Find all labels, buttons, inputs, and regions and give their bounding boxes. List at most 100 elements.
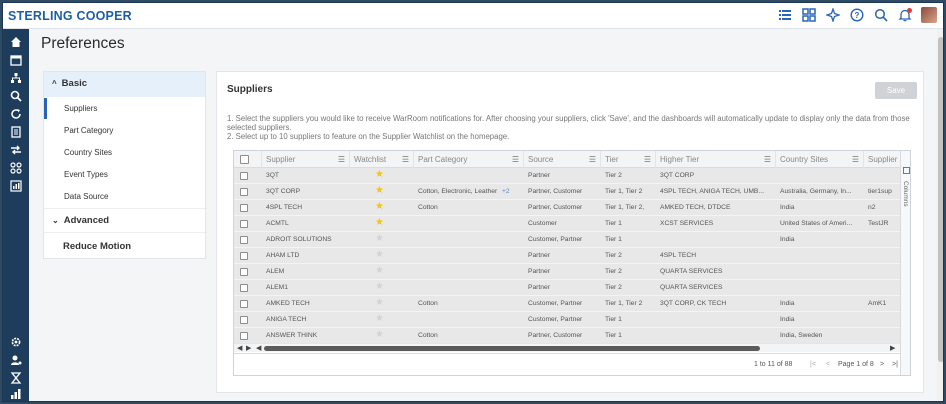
column-menu-icon[interactable]: ☰ [764, 155, 771, 164]
menu-item-country-sites[interactable]: Country Sites [44, 142, 205, 163]
row-checkbox[interactable] [240, 204, 248, 212]
apps-icon[interactable] [8, 161, 24, 175]
column-menu-icon[interactable]: ☰ [644, 155, 651, 164]
columns-side-tab[interactable]: Columns [900, 151, 910, 375]
row-checkbox[interactable] [240, 252, 248, 260]
section-reduce-motion[interactable]: Reduce Motion [44, 232, 205, 258]
row-checkbox[interactable] [240, 172, 248, 180]
row-checkbox[interactable] [240, 220, 248, 228]
more-categories-badge[interactable]: +2 [498, 184, 510, 200]
row-checkbox[interactable] [240, 316, 248, 324]
report-icon[interactable] [8, 179, 24, 193]
analytics-icon[interactable] [8, 387, 24, 401]
user-avatar[interactable] [921, 7, 937, 23]
help-icon[interactable]: ? [849, 7, 865, 23]
search-nav-icon[interactable] [8, 89, 24, 103]
save-button[interactable]: Save [875, 82, 917, 99]
table-row[interactable]: ★ AHAM LTD Partner Tier 2 4SPL TECH [234, 248, 900, 264]
table-row[interactable]: ★ 4SPL TECH Cotton Partner, Customer Tier 1,… [234, 200, 900, 216]
search-icon[interactable] [873, 7, 889, 23]
column-menu-icon[interactable]: ☰ [402, 155, 409, 164]
scroll-right-arrow-icon[interactable]: ▶ [890, 344, 895, 352]
header-country-sites[interactable]: Country Sites ☰ [776, 151, 864, 168]
watchlist-star-icon[interactable]: ★ [375, 282, 384, 292]
watchlist-star-icon[interactable]: ★ [375, 202, 384, 212]
user-settings-icon[interactable] [8, 353, 24, 367]
row-checkbox[interactable] [240, 300, 248, 308]
header-supplier-extra[interactable]: Supplier [864, 151, 900, 168]
column-menu-icon[interactable]: ☰ [589, 155, 596, 164]
horizontal-scrollbar[interactable]: ◀ ▶ ◀ ▶ [234, 343, 900, 352]
document-icon[interactable] [8, 125, 24, 139]
watchlist-star-icon[interactable]: ★ [375, 266, 384, 276]
watchlist-star-icon[interactable]: ★ [375, 314, 384, 324]
header-tier[interactable]: Tier ☰ [601, 151, 656, 168]
table-row[interactable]: ★ ADROIT SOLUTIONS Customer, Partner Tier 1… [234, 232, 900, 248]
notification-bell-icon[interactable] [897, 7, 913, 23]
watchlist-star-icon[interactable]: ★ [375, 330, 384, 340]
watchlist-star-icon[interactable]: ★ [375, 234, 384, 244]
cell-tier: Tier 2 [605, 172, 622, 179]
table-row[interactable]: ★ ANSWER THINK Cotton Partner, Customer Tier… [234, 328, 900, 344]
column-menu-icon[interactable]: ☰ [512, 155, 519, 164]
menu-item-event-types[interactable]: Event Types [44, 164, 205, 185]
table-row[interactable]: ★ ALEM Partner Tier 2 QUARTA SERVICES [234, 264, 900, 280]
table-row[interactable]: ★ 3QT CORP Cotton, Electronic, Leather +2 Pa… [234, 184, 900, 200]
header-part-category[interactable]: Part Category ☰ [414, 151, 524, 168]
watchlist-star-icon[interactable]: ★ [375, 186, 384, 196]
section-advanced-header[interactable]: ⌄ Advanced [44, 208, 205, 231]
cell-extra [864, 232, 900, 248]
cell-higher: 3QT CORP, CK TECH [660, 300, 727, 307]
row-checkbox[interactable] [240, 284, 248, 292]
settings-gear-icon[interactable] [8, 335, 24, 349]
header-label: Watchlist [354, 155, 387, 164]
watchlist-star-icon[interactable]: ★ [375, 250, 384, 260]
cell-extra: TestJR [868, 220, 889, 227]
header-watchlist[interactable]: Watchlist ☰ [350, 151, 414, 168]
page-scrollbar-thumb[interactable] [938, 37, 943, 362]
transfer-icon[interactable] [8, 143, 24, 157]
header-supplier[interactable]: Supplier ☰ [262, 151, 350, 168]
brand-logo[interactable]: STERLING COOPER [8, 9, 132, 23]
column-menu-icon[interactable]: ☰ [338, 155, 345, 164]
list-icon[interactable] [777, 7, 793, 23]
refresh-icon[interactable] [8, 107, 24, 121]
scrollbar-thumb[interactable] [264, 346, 760, 351]
last-page-icon[interactable]: >| [892, 361, 898, 368]
next-page-icon[interactable]: > [880, 361, 884, 368]
calendar-icon[interactable] [8, 53, 24, 67]
home-icon[interactable] [8, 35, 24, 49]
hierarchy-icon[interactable] [8, 71, 24, 85]
page-vertical-scrollbar[interactable] [937, 29, 943, 401]
dashboard-icon[interactable] [801, 7, 817, 23]
cell-extra [864, 248, 900, 264]
header-source[interactable]: Source ☰ [524, 151, 601, 168]
watchlist-star-icon[interactable]: ★ [375, 218, 384, 228]
scroll-right-small-arrow-icon[interactable]: ▶ [246, 344, 251, 352]
scroll-left-arrow-icon[interactable]: ◀ [237, 344, 242, 352]
table-row[interactable]: ★ ANIGA TECH Customer, Partner Tier 1 India [234, 312, 900, 328]
ai-sparkle-icon[interactable] [825, 7, 841, 23]
row-checkbox[interactable] [240, 188, 248, 196]
table-row[interactable]: ★ ALEM1 Partner Tier 2 QUARTA SERVICES [234, 280, 900, 296]
select-all-checkbox[interactable] [240, 155, 249, 164]
table-row[interactable]: ★ AMKED TECH Cotton Customer, Partner Tier 1… [234, 296, 900, 312]
watchlist-star-icon[interactable]: ★ [375, 298, 384, 308]
cell-source: Partner, Customer [528, 204, 583, 211]
table-row[interactable]: ★ ACMTL Customer Tier 1 XCST SERVICES United … [234, 216, 900, 232]
scroll-left-small-arrow-icon[interactable]: ◀ [256, 344, 261, 352]
hourglass-icon[interactable] [8, 371, 24, 385]
prev-page-icon[interactable]: < [826, 361, 830, 368]
header-higher-tier[interactable]: Higher Tier ☰ [656, 151, 776, 168]
column-menu-icon[interactable]: ☰ [852, 155, 859, 164]
row-checkbox[interactable] [240, 268, 248, 276]
first-page-icon[interactable]: |< [810, 361, 816, 368]
menu-item-part-category[interactable]: Part Category [44, 120, 205, 141]
watchlist-star-icon[interactable]: ★ [375, 170, 384, 180]
section-basic-header[interactable]: ^ Basic [44, 72, 205, 97]
table-row[interactable]: ★ 3QT Partner Tier 2 3QT CORP [234, 168, 900, 184]
menu-item-suppliers[interactable]: Suppliers [44, 98, 205, 119]
row-checkbox[interactable] [240, 236, 248, 244]
menu-item-data-source[interactable]: Data Source [44, 186, 205, 207]
row-checkbox[interactable] [240, 332, 248, 340]
